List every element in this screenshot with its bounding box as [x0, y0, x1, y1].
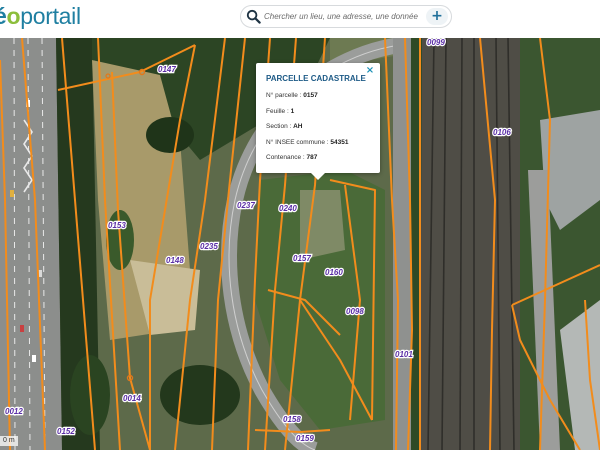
search-bar: + [240, 5, 452, 28]
parcel-label-0153[interactable]: 0153 [107, 220, 128, 231]
geoportail-logo[interactable]: éoportail [0, 2, 81, 30]
parcel-label-0237[interactable]: 0237 [236, 200, 257, 211]
header-bar: éoportail + [0, 0, 600, 38]
parcel-label-0147[interactable]: 0147 [157, 64, 178, 75]
geoportail-app: éoportail + [0, 0, 600, 450]
car-3 [20, 325, 24, 332]
parcel-label-0152[interactable]: 0152 [56, 426, 77, 437]
vertical-road [393, 38, 411, 450]
parcel-label-0157[interactable]: 0157 [292, 253, 313, 264]
parcel-label-0012[interactable]: 0012 [4, 406, 25, 417]
tree-cluster-3 [160, 365, 240, 425]
parcel-label-0098[interactable]: 0098 [345, 306, 366, 317]
logo-letter-o: o [6, 3, 21, 29]
popup-value: AH [293, 123, 303, 130]
popup-value: 54351 [330, 138, 349, 146]
popup-row-parcel-number: N° parcelle : 0157 [266, 92, 370, 108]
parcel-label-0148[interactable]: 0148 [165, 255, 186, 266]
popup-value: 1 [290, 107, 295, 115]
car-4 [32, 355, 36, 362]
parcel-label-0160[interactable]: 0160 [324, 267, 345, 278]
popup-label: N° INSEE commune : [266, 138, 329, 146]
parcel-label-0101[interactable]: 0101 [394, 349, 415, 360]
parcel-info-popup: × PARCELLE CADASTRALE N° parcelle : 0157… [256, 63, 380, 180]
parcel-label-0106[interactable]: 0106 [492, 127, 513, 138]
popup-row-area: Contenance : 787 [266, 154, 370, 170]
popup-label: Section : [266, 123, 292, 130]
close-icon[interactable]: × [364, 65, 376, 77]
popup-label: Contenance : [266, 154, 305, 161]
parcel-label-0159[interactable]: 0159 [295, 433, 316, 444]
parcel-label-0158[interactable]: 0158 [282, 414, 303, 425]
popup-value: 787 [306, 154, 318, 161]
popup-title: PARCELLE CADASTRALE [266, 74, 366, 83]
popup-row-section: Section : AH [266, 123, 370, 139]
popup-row-sheet: Feuille : 1 [266, 108, 370, 124]
parcel-label-0014[interactable]: 0014 [122, 393, 143, 404]
parcel-label-0099[interactable]: 0099 [426, 38, 447, 48]
popup-label: N° parcelle : [266, 92, 302, 99]
search-input[interactable] [264, 8, 424, 25]
add-button[interactable]: + [426, 8, 448, 25]
search-icon[interactable] [246, 9, 261, 24]
popup-value: 0157 [303, 92, 318, 99]
railway-zone [420, 38, 520, 450]
popup-label: Feuille : [266, 107, 289, 115]
popup-pointer [311, 173, 325, 180]
logo-text-portail: portail [20, 3, 81, 29]
car-5 [10, 190, 14, 197]
popup-row-insee: N° INSEE commune : 54351 [266, 139, 370, 155]
scale-bar: 0 m [0, 436, 18, 446]
parcel-label-0235[interactable]: 0235 [199, 241, 220, 252]
parcel-label-0240[interactable]: 0240 [278, 203, 299, 214]
tree-cluster-1 [146, 117, 194, 153]
